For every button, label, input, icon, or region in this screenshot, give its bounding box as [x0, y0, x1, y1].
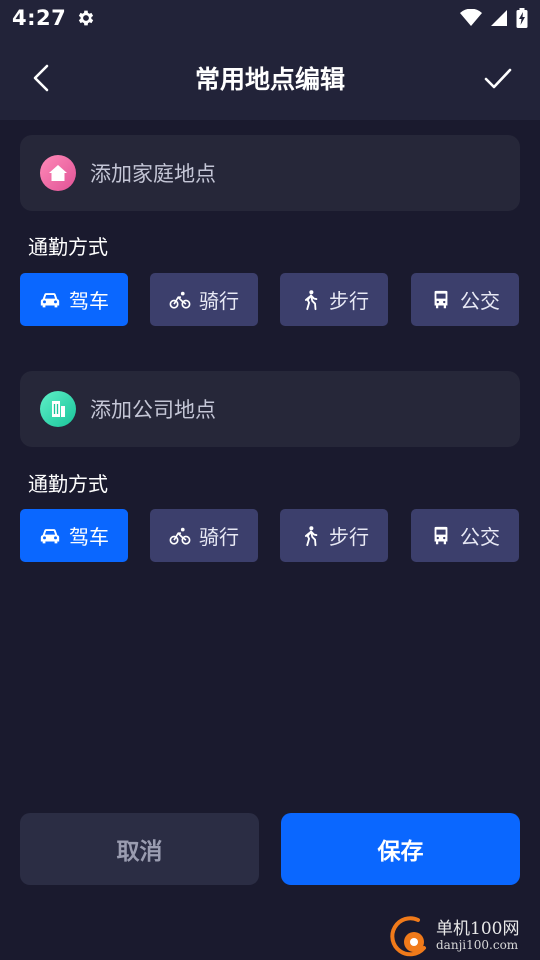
- home-mode-drive-button[interactable]: 驾车: [20, 273, 128, 326]
- home-mode-bus-label: 公交: [460, 289, 500, 313]
- cellular-signal-icon: [491, 10, 507, 26]
- home-commute-label: 通勤方式: [28, 235, 108, 259]
- status-bar: 4:27: [0, 0, 540, 36]
- home-mode-bike-label: 骑行: [199, 289, 239, 313]
- work-mode-bike-button[interactable]: 骑行: [150, 509, 258, 562]
- settings-gear-icon: [79, 10, 94, 26]
- save-button[interactable]: 保存: [281, 813, 520, 885]
- car-icon: [40, 528, 60, 543]
- work-mode-walk-label: 步行: [329, 525, 369, 549]
- wifi-icon: [460, 9, 482, 26]
- work-commute-label: 通勤方式: [28, 472, 108, 496]
- car-icon: [40, 292, 60, 307]
- back-arrow-icon[interactable]: [26, 62, 58, 94]
- cancel-button[interactable]: 取消: [20, 813, 259, 885]
- bike-icon: [169, 527, 191, 545]
- page-title: 常用地点编辑: [194, 65, 345, 94]
- work-mode-drive-button[interactable]: 驾车: [20, 509, 128, 562]
- office-building-icon: [40, 391, 76, 427]
- confirm-check-icon[interactable]: [482, 62, 514, 94]
- walk-icon: [304, 289, 318, 310]
- bus-icon: [434, 290, 448, 308]
- add-home-label: 添加家庭地点: [90, 162, 216, 186]
- watermark-logo-icon: [390, 916, 426, 957]
- home-mode-bike-button[interactable]: 骑行: [150, 273, 258, 326]
- home-mode-bus-button[interactable]: 公交: [411, 273, 519, 326]
- watermark-title: 单机100网: [436, 918, 520, 939]
- add-work-label: 添加公司地点: [90, 398, 216, 422]
- home-icon: [40, 155, 76, 191]
- watermark-url: danji100.com: [436, 937, 519, 952]
- add-work-place-card[interactable]: 添加公司地点: [20, 371, 520, 447]
- bus-icon: [434, 526, 448, 544]
- home-mode-drive-label: 驾车: [69, 289, 109, 313]
- walk-icon: [304, 525, 318, 546]
- watermark: 单机100网 danji100.com: [388, 912, 540, 960]
- status-time: 4:27: [12, 6, 67, 30]
- bike-icon: [169, 291, 191, 309]
- work-mode-bus-button[interactable]: 公交: [411, 509, 519, 562]
- work-commute-mode-group: 驾车 骑行 步行 公交: [20, 509, 520, 562]
- work-mode-drive-label: 驾车: [69, 525, 109, 549]
- top-app-bar: 常用地点编辑: [0, 36, 540, 120]
- home-commute-mode-group: 驾车 骑行 步行 公交: [20, 273, 520, 326]
- work-mode-walk-button[interactable]: 步行: [280, 509, 388, 562]
- work-mode-bike-label: 骑行: [199, 525, 239, 549]
- home-mode-walk-label: 步行: [329, 289, 369, 313]
- home-mode-walk-button[interactable]: 步行: [280, 273, 388, 326]
- battery-charging-icon: [516, 8, 528, 28]
- add-home-place-card[interactable]: 添加家庭地点: [20, 135, 520, 211]
- work-mode-bus-label: 公交: [460, 525, 500, 549]
